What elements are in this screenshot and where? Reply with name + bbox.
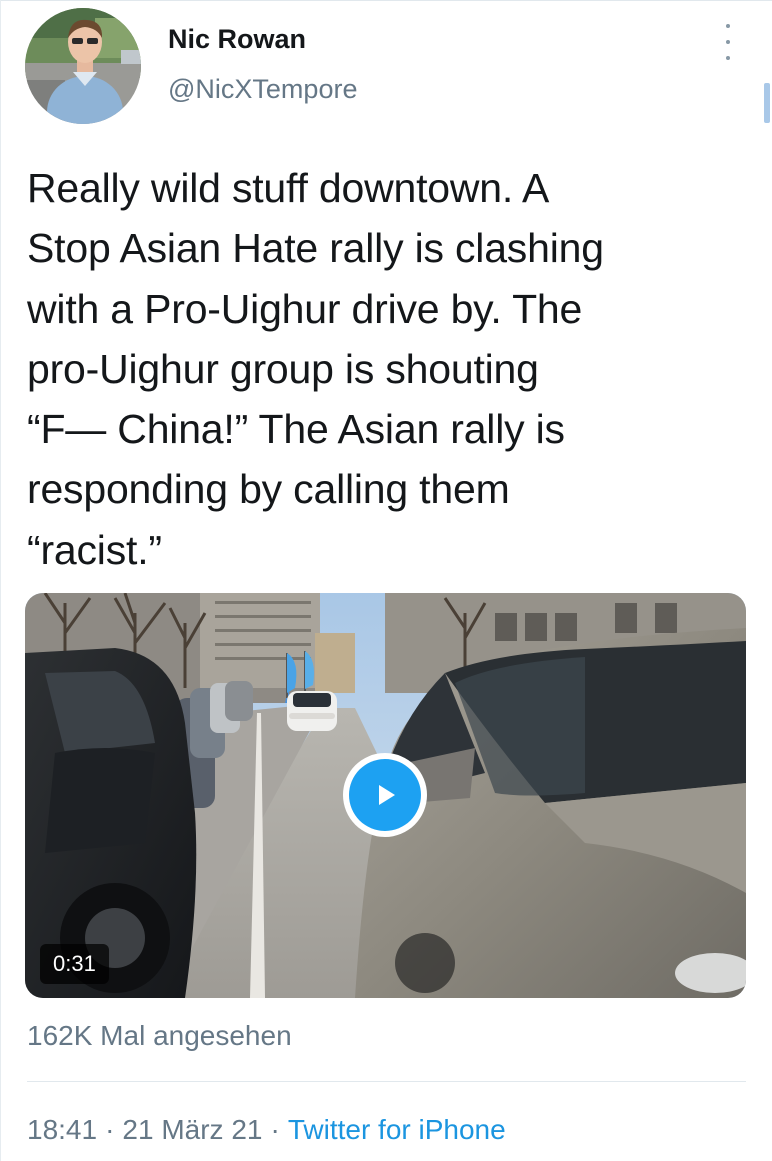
meta-separator: ·: [105, 1114, 115, 1145]
avatar[interactable]: [25, 8, 141, 124]
author-handle[interactable]: @NicXTempore: [168, 74, 357, 105]
more-dot: [726, 56, 730, 60]
divider: [27, 1081, 746, 1082]
tweet-meta: 18:41 · 21 März 21 · Twitter for iPhone: [27, 1114, 506, 1146]
author-name[interactable]: Nic Rowan: [168, 24, 306, 55]
play-icon: [349, 759, 421, 831]
more-options-icon[interactable]: [718, 24, 738, 60]
play-triangle: [379, 785, 395, 805]
avatar-photo: [25, 8, 141, 124]
left-border: [0, 0, 1, 1161]
tweet-text: Really wild stuff downtown. A Stop Asian…: [27, 165, 604, 573]
tweet-source-link[interactable]: Twitter for iPhone: [288, 1114, 506, 1145]
tweet-time[interactable]: 18:41: [27, 1114, 97, 1145]
tweet-date[interactable]: 21 März 21: [122, 1114, 262, 1145]
more-dot: [726, 40, 730, 44]
meta-separator: ·: [270, 1114, 280, 1145]
video-player[interactable]: 0:31: [25, 593, 746, 998]
scrollbar-thumb[interactable]: [764, 83, 770, 123]
play-button[interactable]: [343, 753, 427, 837]
more-dot: [726, 24, 730, 28]
video-duration-badge: 0:31: [40, 944, 109, 984]
view-count: 162K Mal angesehen: [27, 1020, 292, 1051]
top-border: [0, 0, 772, 1]
